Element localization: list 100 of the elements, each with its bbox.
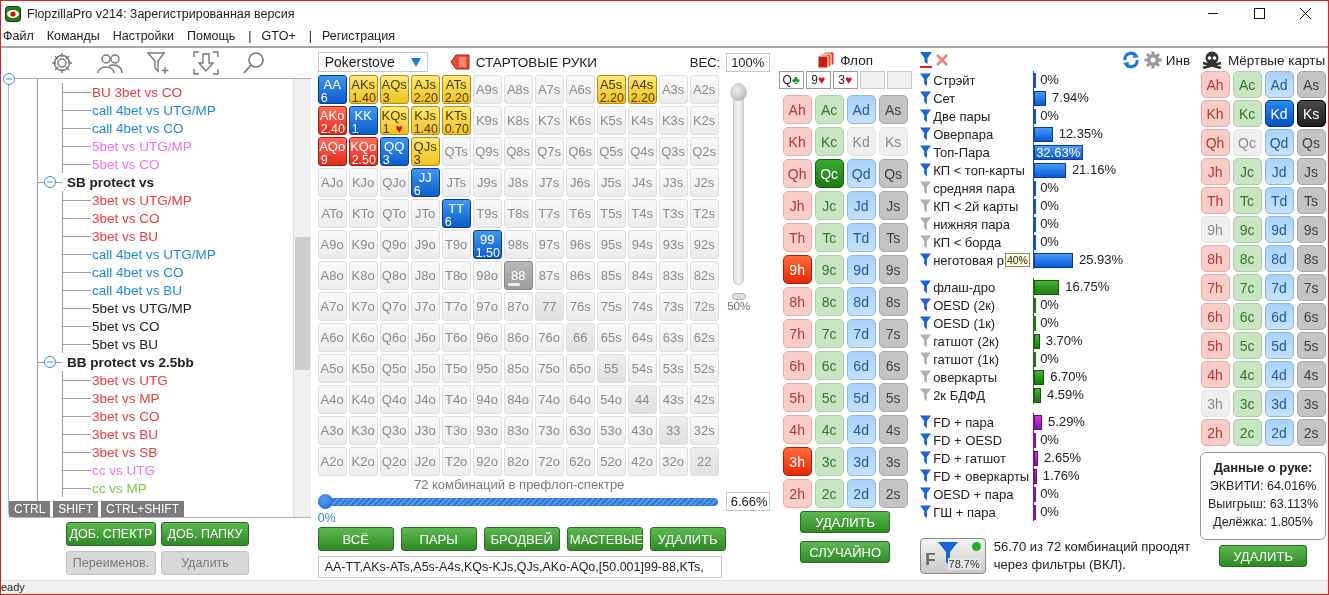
hand-cell[interactable]: KJs 1.40 bbox=[410, 106, 440, 135]
hand-cell[interactable]: 75o bbox=[534, 354, 564, 383]
collapse-icon[interactable] bbox=[3, 73, 15, 85]
hand-cell[interactable]: T7o bbox=[441, 292, 471, 321]
card-button[interactable]: 8h bbox=[782, 287, 812, 316]
card-button[interactable]: 6s bbox=[1296, 303, 1326, 330]
card-button[interactable]: 4h bbox=[1200, 361, 1230, 388]
card-button[interactable]: 7h bbox=[1200, 274, 1230, 301]
hand-cell[interactable]: Q7o bbox=[379, 292, 409, 321]
card-button[interactable]: Js bbox=[878, 191, 908, 220]
hand-cell[interactable]: Q6s bbox=[565, 137, 595, 166]
menu-item[interactable]: Команды bbox=[44, 29, 105, 43]
hand-cell[interactable]: 73o bbox=[534, 416, 564, 445]
hand-cell[interactable]: A7s bbox=[534, 75, 564, 104]
hand-cell[interactable]: AKs 1.40 bbox=[348, 75, 378, 104]
card-button[interactable]: 3c bbox=[814, 447, 844, 476]
hand-cell[interactable]: 74s bbox=[627, 292, 657, 321]
collapse-icon[interactable] bbox=[44, 176, 56, 188]
hand-cell[interactable]: KK 1 bbox=[348, 106, 378, 135]
menu-item[interactable]: Регистрация bbox=[319, 29, 400, 43]
hand-cell[interactable]: 87s bbox=[534, 261, 564, 290]
card-button[interactable]: Qh bbox=[1200, 129, 1230, 156]
filter-icon[interactable] bbox=[920, 298, 932, 312]
hand-cell[interactable]: JJ 6 bbox=[410, 168, 440, 197]
users-icon[interactable] bbox=[97, 51, 123, 75]
range-button[interactable]: МАСТЕВЫЕ bbox=[566, 527, 643, 551]
hand-cell[interactable]: T6o bbox=[441, 323, 471, 352]
hand-cell[interactable]: AQo 9 bbox=[317, 137, 347, 166]
hand-cell[interactable]: K4o bbox=[348, 385, 378, 414]
hand-cell[interactable]: 92o bbox=[472, 447, 502, 476]
card-button[interactable]: Jc bbox=[814, 191, 844, 220]
card-button[interactable]: Ad bbox=[1264, 71, 1294, 98]
card-button[interactable]: 4s bbox=[1296, 361, 1326, 388]
range-item[interactable]: 3bet vs BU bbox=[92, 228, 159, 244]
card-button[interactable]: Tc bbox=[1232, 187, 1262, 214]
modifier-key[interactable]: CTRL+SHIFT bbox=[101, 501, 185, 517]
hand-cell[interactable]: KTs 0.70 bbox=[441, 106, 471, 135]
range-button[interactable]: ВСЁ bbox=[317, 527, 394, 551]
collapse-icon[interactable] bbox=[44, 356, 56, 368]
card-button[interactable]: 7s bbox=[878, 319, 908, 348]
hand-cell[interactable]: K6o bbox=[348, 323, 378, 352]
hand-cell[interactable]: 22 bbox=[689, 447, 719, 476]
card-button[interactable]: 3s bbox=[1296, 390, 1326, 417]
hand-cell[interactable]: TT 6 bbox=[441, 199, 471, 228]
filter-icon[interactable] bbox=[920, 487, 932, 501]
hand-cell[interactable]: K9o bbox=[348, 230, 378, 259]
hand-cell[interactable]: K4s bbox=[627, 106, 657, 135]
card-button[interactable]: 3d bbox=[846, 447, 876, 476]
card-button[interactable]: 2c bbox=[1232, 419, 1262, 446]
card-button[interactable]: 3s bbox=[878, 447, 908, 476]
board-card[interactable]: 9♥ bbox=[805, 71, 831, 89]
card-button[interactable]: 5h bbox=[1200, 332, 1230, 359]
hand-cell[interactable]: ATo bbox=[317, 199, 347, 228]
hand-cell[interactable]: A6s bbox=[565, 75, 595, 104]
range-item[interactable]: 3bet vs CO bbox=[92, 210, 160, 226]
card-button[interactable]: Ts bbox=[878, 223, 908, 252]
hand-cell[interactable]: 43s bbox=[658, 385, 688, 414]
card-button[interactable]: Kc bbox=[814, 127, 844, 156]
card-button[interactable]: 2h bbox=[1200, 419, 1230, 446]
card-button[interactable]: 2s bbox=[1296, 419, 1326, 446]
card-button[interactable]: 9c bbox=[814, 255, 844, 284]
card-button[interactable]: Ac bbox=[1232, 71, 1262, 98]
menu-item[interactable]: Помощь bbox=[185, 29, 241, 43]
card-button[interactable]: 8h bbox=[1200, 245, 1230, 272]
hand-cell[interactable]: J4o bbox=[410, 385, 440, 414]
filter-icon[interactable] bbox=[920, 415, 932, 429]
dead-cards-button[interactable]: УДАЛИТЬ bbox=[1219, 545, 1308, 567]
card-button[interactable]: 4h bbox=[782, 415, 812, 444]
hand-cell[interactable]: 93s bbox=[658, 230, 688, 259]
range-item[interactable]: 5bet vs BU bbox=[92, 336, 159, 352]
range-item[interactable]: 5bet vs UTG/MP bbox=[92, 138, 192, 154]
card-button[interactable]: 2h bbox=[782, 479, 812, 508]
card-button[interactable]: Qs bbox=[878, 159, 908, 188]
hand-cell[interactable]: 54o bbox=[596, 385, 626, 414]
hand-cell[interactable]: 73s bbox=[658, 292, 688, 321]
filter-icon[interactable] bbox=[920, 433, 932, 447]
hand-cell[interactable]: KTo bbox=[348, 199, 378, 228]
menu-item[interactable]: Настройки bbox=[110, 29, 179, 43]
hand-cell[interactable]: A7o bbox=[317, 292, 347, 321]
hand-cell[interactable]: J5s bbox=[596, 168, 626, 197]
hand-cell[interactable]: T2o bbox=[441, 447, 471, 476]
modifier-key[interactable]: SHIFT bbox=[53, 501, 98, 517]
card-button[interactable]: Qs bbox=[1296, 129, 1326, 156]
hand-cell[interactable]: J4s bbox=[627, 168, 657, 197]
hand-cell[interactable]: JTo bbox=[410, 199, 440, 228]
card-button[interactable]: 9h bbox=[782, 255, 812, 284]
hand-cell[interactable]: 83s bbox=[658, 261, 688, 290]
card-button[interactable]: Kc bbox=[1232, 100, 1262, 127]
card-button[interactable]: 5c bbox=[1232, 332, 1262, 359]
card-button[interactable]: Kh bbox=[1200, 100, 1230, 127]
card-button[interactable]: 6c bbox=[1232, 303, 1262, 330]
hand-cell[interactable]: J9o bbox=[410, 230, 440, 259]
hand-cell[interactable]: Q5s bbox=[596, 137, 626, 166]
range-item[interactable]: 3bet vs SB bbox=[92, 444, 158, 460]
range-button[interactable]: БРОДВЕЙ bbox=[483, 527, 560, 551]
hand-cell[interactable]: J2s bbox=[689, 168, 719, 197]
menu-item[interactable]: GTO+ bbox=[259, 29, 301, 43]
card-button[interactable]: Kd bbox=[1264, 100, 1294, 127]
card-button[interactable]: Jd bbox=[1264, 158, 1294, 185]
card-button[interactable]: 7s bbox=[1296, 274, 1326, 301]
